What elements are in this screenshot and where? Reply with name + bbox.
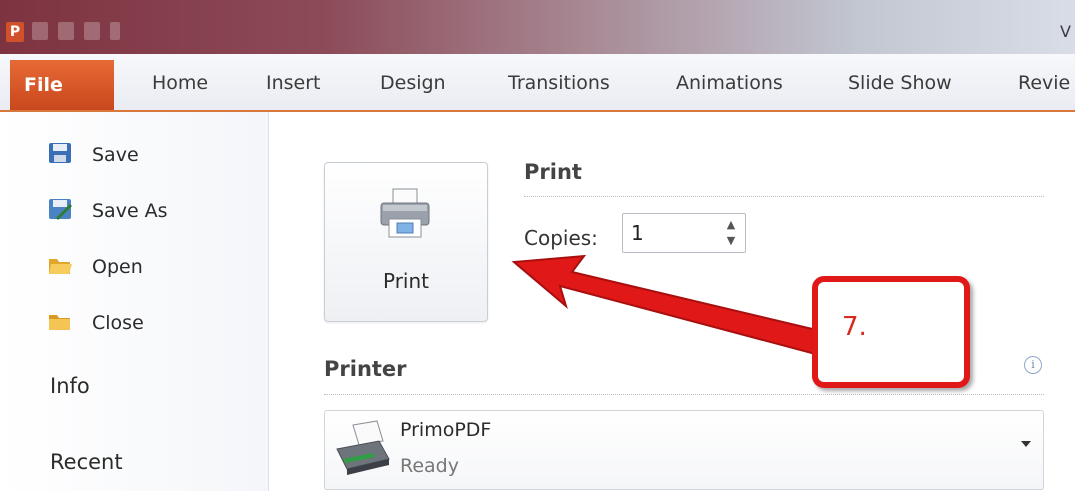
printer-section-title: Printer: [324, 357, 407, 381]
redo-icon[interactable]: [84, 22, 100, 40]
tab-review[interactable]: Revie: [1018, 72, 1070, 94]
nav-close-label: Close: [92, 312, 144, 334]
nav-save-label: Save: [92, 144, 139, 166]
nav-open-label: Open: [92, 256, 143, 278]
tab-design[interactable]: Design: [380, 72, 446, 94]
open-folder-icon: [49, 259, 72, 274]
ribbon-tab-bar: File Home Insert Design Transitions Anim…: [0, 54, 1075, 112]
print-section-title: Print: [524, 160, 582, 184]
printer-name: PrimoPDF: [400, 419, 492, 441]
annotation-step-number: 7.: [842, 312, 867, 342]
print-section-divider: [524, 196, 1044, 197]
tab-animations[interactable]: Animations: [676, 72, 783, 94]
tab-file[interactable]: File: [10, 60, 114, 110]
save-icon: [49, 143, 71, 163]
copies-decrement-icon[interactable]: ▼: [724, 235, 738, 247]
customize-qat-icon[interactable]: [110, 22, 120, 40]
powerpoint-logo-icon: P: [6, 22, 24, 42]
tab-home[interactable]: Home: [152, 72, 208, 94]
copies-label: Copies:: [524, 226, 598, 250]
save-as-icon: [49, 199, 72, 220]
close-folder-icon: [49, 315, 70, 330]
print-button[interactable]: Print: [324, 162, 488, 322]
nav-open[interactable]: Open: [0, 246, 268, 286]
nav-save-as[interactable]: Save As: [0, 190, 268, 230]
tab-insert[interactable]: Insert: [266, 72, 321, 94]
undo-icon[interactable]: [58, 22, 74, 40]
title-bar: P V: [0, 0, 1075, 54]
printer-icon: [380, 188, 430, 238]
window-title: V: [1060, 22, 1071, 41]
print-button-label: Print: [382, 269, 429, 293]
nav-save-as-label: Save As: [92, 200, 168, 222]
nav-info[interactable]: Info: [50, 374, 90, 398]
annotation-callout: 7.: [812, 276, 970, 388]
printer-dropdown[interactable]: PrimoPDF Ready: [324, 410, 1044, 490]
printer-section-divider: [324, 394, 1044, 395]
nav-save[interactable]: Save: [0, 134, 268, 174]
backstage-nav: Save Save As Open Close Info Recent: [0, 112, 269, 491]
tab-slide-show[interactable]: Slide Show: [848, 72, 952, 94]
nav-close[interactable]: Close: [0, 302, 268, 342]
pdf-printer-icon: [336, 420, 390, 475]
printer-info-icon[interactable]: i: [1024, 356, 1042, 374]
printer-status: Ready: [400, 455, 459, 477]
chevron-down-icon[interactable]: [1021, 441, 1031, 447]
copies-increment-icon[interactable]: ▲: [724, 219, 738, 231]
nav-recent[interactable]: Recent: [50, 450, 123, 474]
quick-save-icon[interactable]: [32, 22, 48, 40]
tab-transitions[interactable]: Transitions: [508, 72, 610, 94]
